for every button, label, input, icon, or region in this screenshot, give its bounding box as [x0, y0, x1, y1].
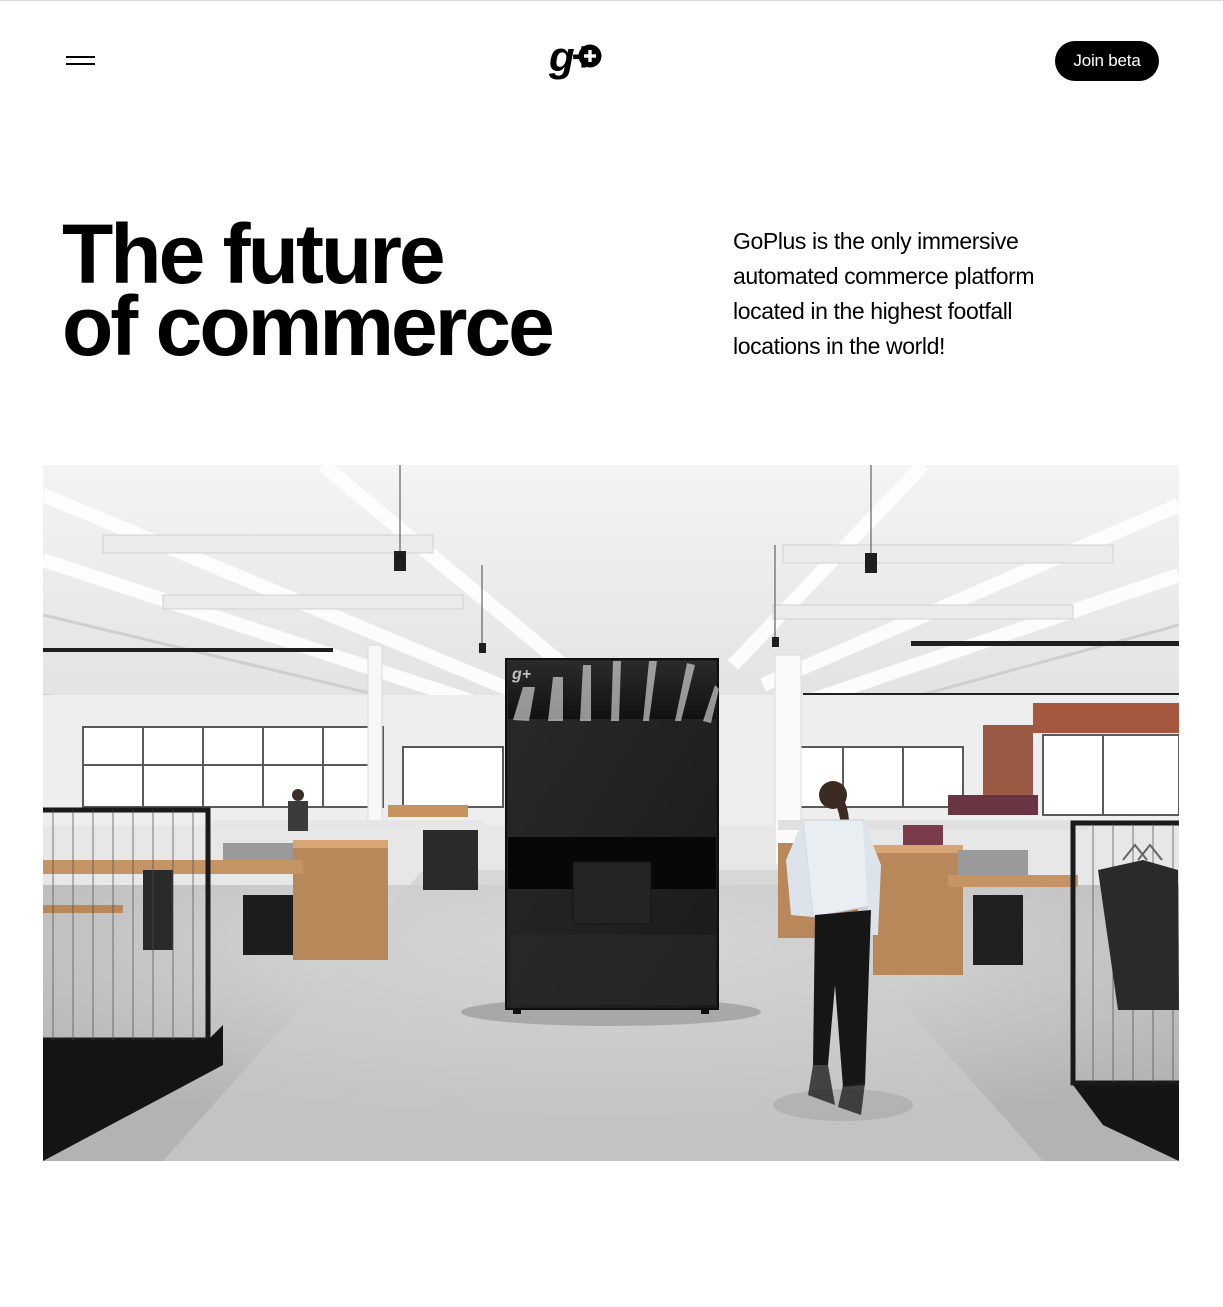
top-divider	[0, 0, 1223, 1]
hero-description: GoPlus is the only immersive automated c…	[733, 228, 1035, 359]
logo-mark: g+	[548, 33, 602, 80]
goplus-logo[interactable]: g+	[548, 33, 606, 82]
kiosk-logo: g+	[511, 666, 531, 683]
hero-image: g+	[43, 465, 1179, 1161]
hamburger-icon	[66, 56, 95, 58]
hero-title-line-2: of commerce	[62, 279, 555, 373]
kiosk: g+	[461, 658, 761, 1026]
hero-title: The future of commerce	[62, 212, 662, 373]
hamburger-icon-line	[66, 63, 95, 65]
menu-button[interactable]	[64, 50, 98, 72]
join-beta-button[interactable]: Join beta	[1055, 41, 1159, 81]
office-kiosk-illustration: g+	[43, 465, 1179, 1161]
